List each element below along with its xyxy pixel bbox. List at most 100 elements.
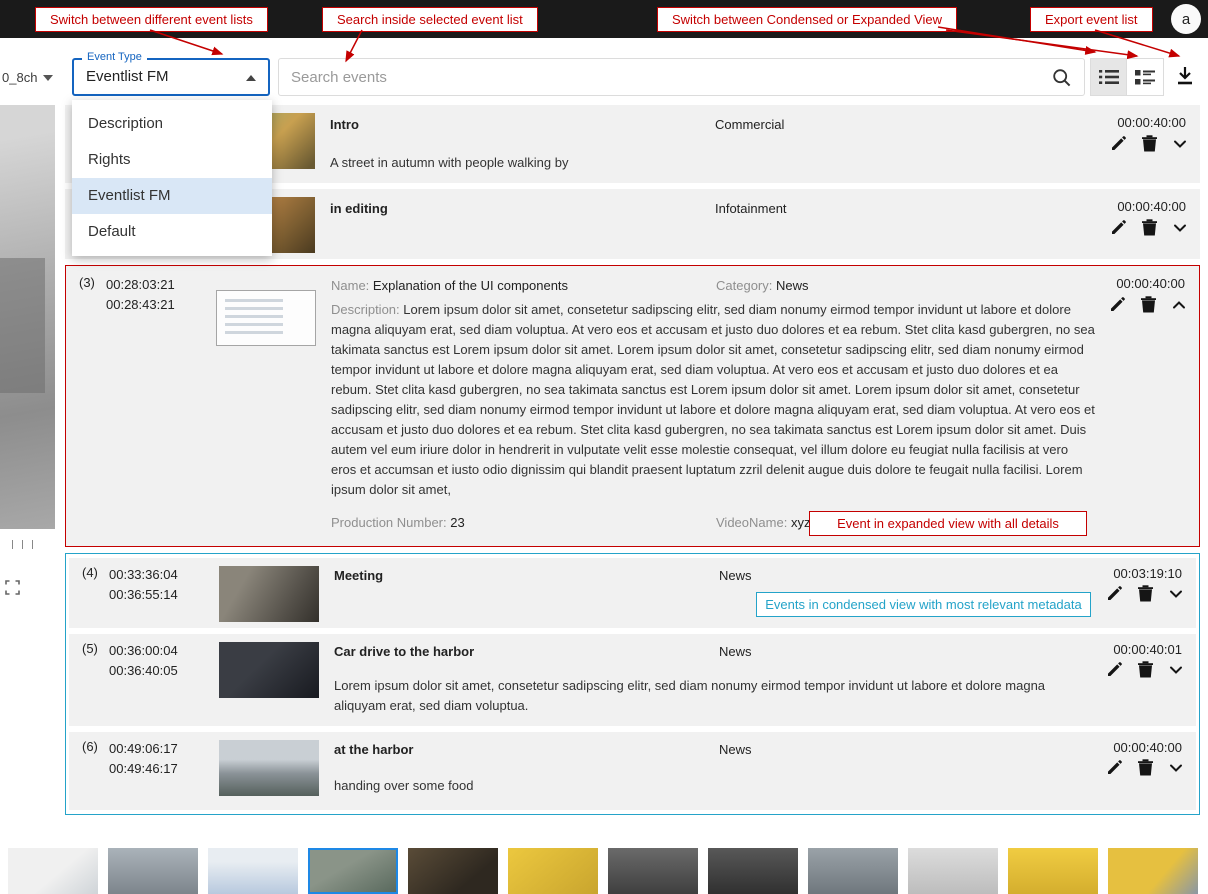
filmstrip-thumbnail-4-selected[interactable] — [308, 848, 398, 894]
event-category: Infotainment — [715, 201, 787, 216]
event-type-select[interactable]: Event Type Eventlist FM — [72, 58, 270, 96]
event-actions — [1110, 219, 1188, 236]
delete-icon[interactable] — [1142, 135, 1157, 152]
chevron-down-icon[interactable] — [1168, 760, 1184, 776]
event-actions — [1110, 135, 1188, 152]
search-bar — [278, 58, 1085, 96]
event-number: (3) — [79, 275, 95, 290]
filmstrip-thumbnail-8[interactable] — [708, 848, 798, 894]
filmstrip-thumbnail-3[interactable] — [208, 848, 298, 894]
dropdown-item-rights[interactable]: Rights — [72, 142, 272, 178]
ruler-tick — [22, 540, 23, 549]
annotation-export-list: Export event list — [1030, 7, 1153, 32]
edit-icon[interactable] — [1110, 135, 1127, 152]
event-duration: 00:00:40:00 — [1113, 740, 1182, 755]
timeline-ruler — [12, 540, 33, 549]
timecode-out: 00:36:55:14 — [109, 585, 178, 605]
event-actions — [1109, 296, 1187, 313]
event-number: (4) — [82, 565, 98, 580]
event-row-expanded[interactable]: (3) 00:28:03:21 00:28:43:21 Name: Explan… — [65, 265, 1200, 547]
filmstrip-thumbnail-10[interactable] — [908, 848, 998, 894]
event-type-floating-label: Event Type — [82, 51, 147, 63]
delete-icon[interactable] — [1142, 219, 1157, 236]
timecode-out: 00:49:46:17 — [109, 759, 178, 779]
timecode-out: 00:28:43:21 — [106, 295, 175, 315]
ruler-tick — [32, 540, 33, 549]
edit-icon[interactable] — [1106, 759, 1123, 776]
annotation-expanded-view: Event in expanded view with all details — [809, 511, 1087, 536]
event-thumbnail — [219, 642, 319, 698]
filmstrip-thumbnail-7[interactable] — [608, 848, 698, 894]
chevron-down-icon[interactable] — [1168, 586, 1184, 602]
event-timecodes: 00:36:00:04 00:36:40:05 — [109, 641, 178, 681]
filmstrip-thumbnail-9[interactable] — [808, 848, 898, 894]
category-label: Category: — [716, 278, 772, 293]
dropdown-item-description[interactable]: Description — [72, 106, 272, 142]
avatar[interactable]: a — [1171, 4, 1201, 34]
delete-icon[interactable] — [1138, 585, 1153, 602]
export-download-icon[interactable] — [1174, 64, 1196, 86]
condensed-view-button[interactable] — [1090, 58, 1127, 96]
event-thumbnail — [219, 740, 319, 796]
event-number: (6) — [82, 739, 98, 754]
view-toggle-group — [1090, 58, 1164, 96]
event-timecodes: 00:49:06:17 00:49:46:17 — [109, 739, 178, 779]
expanded-view-icon — [1135, 70, 1155, 85]
annotation-switch-event-lists: Switch between different event lists — [35, 7, 268, 32]
event-category: News — [719, 644, 752, 659]
event-duration: 00:00:40:00 — [1116, 276, 1185, 291]
delete-icon[interactable] — [1141, 296, 1156, 313]
search-input[interactable] — [291, 60, 1031, 94]
event-type-value: Eventlist FM — [86, 68, 169, 85]
annotation-switch-view: Switch between Condensed or Expanded Vie… — [657, 7, 957, 32]
fullscreen-icon[interactable] — [5, 580, 20, 595]
filmstrip-thumbnail-5[interactable] — [408, 848, 498, 894]
edit-icon[interactable] — [1106, 661, 1123, 678]
event-duration: 00:00:40:01 — [1113, 642, 1182, 657]
timecode-in: 00:36:00:04 — [109, 641, 178, 661]
expanded-view-button[interactable] — [1127, 58, 1164, 96]
video-name-line: VideoName: xyz — [716, 515, 810, 530]
chevron-down-icon[interactable] — [1168, 662, 1184, 678]
filmstrip-thumbnail-12[interactable] — [1108, 848, 1198, 894]
search-icon[interactable] — [1052, 68, 1072, 88]
event-description: A street in autumn with people walking b… — [330, 153, 568, 173]
event-row-meeting[interactable]: (4) 00:33:36:04 00:36:55:14 Meeting News… — [69, 558, 1196, 628]
event-timecodes: 00:33:36:04 00:36:55:14 — [109, 565, 178, 605]
clip-selector[interactable]: 0_8ch — [2, 70, 53, 85]
edit-icon[interactable] — [1110, 219, 1127, 236]
filmstrip-thumbnail-1[interactable] — [8, 848, 98, 894]
top-annotation-bar: Switch between different event lists Sea… — [0, 0, 1208, 38]
video-name-label: VideoName: — [716, 515, 787, 530]
event-duration: 00:00:40:00 — [1117, 115, 1186, 130]
event-category-line: Category: News — [716, 278, 809, 293]
production-number-line: Production Number: 23 — [331, 515, 465, 530]
delete-icon[interactable] — [1138, 661, 1153, 678]
dropdown-item-default[interactable]: Default — [72, 214, 272, 250]
event-thumbnail — [219, 566, 319, 622]
event-duration: 00:03:19:10 — [1113, 566, 1182, 581]
filmstrip-thumbnail-2[interactable] — [108, 848, 198, 894]
timecode-out: 00:36:40:05 — [109, 661, 178, 681]
filmstrip-thumbnail-6[interactable] — [508, 848, 598, 894]
timecode-in: 00:28:03:21 — [106, 275, 175, 295]
annotation-condensed-view: Events in condensed view with most relev… — [756, 592, 1091, 617]
event-duration: 00:00:40:00 — [1117, 199, 1186, 214]
event-row-at-harbor[interactable]: (6) 00:49:06:17 00:49:46:17 at the harbo… — [69, 732, 1196, 810]
event-row-car-drive[interactable]: (5) 00:36:00:04 00:36:40:05 Car drive to… — [69, 634, 1196, 726]
event-category: News — [719, 742, 752, 757]
delete-icon[interactable] — [1138, 759, 1153, 776]
production-number-value: 23 — [450, 515, 464, 530]
ruler-tick — [12, 540, 13, 549]
dropdown-item-eventlist-fm[interactable]: Eventlist FM — [72, 178, 272, 214]
edit-icon[interactable] — [1106, 585, 1123, 602]
chevron-down-icon[interactable] — [1172, 220, 1188, 236]
event-description: Lorem ipsum dolor sit amet, consetetur s… — [334, 676, 1054, 716]
chevron-down-icon[interactable] — [1172, 136, 1188, 152]
filmstrip-thumbnail-11[interactable] — [1008, 848, 1098, 894]
event-description: handing over some food — [334, 776, 473, 796]
chevron-up-icon — [246, 75, 256, 81]
chevron-up-icon[interactable] — [1171, 297, 1187, 313]
filmstrip — [8, 848, 1198, 894]
edit-icon[interactable] — [1109, 296, 1126, 313]
